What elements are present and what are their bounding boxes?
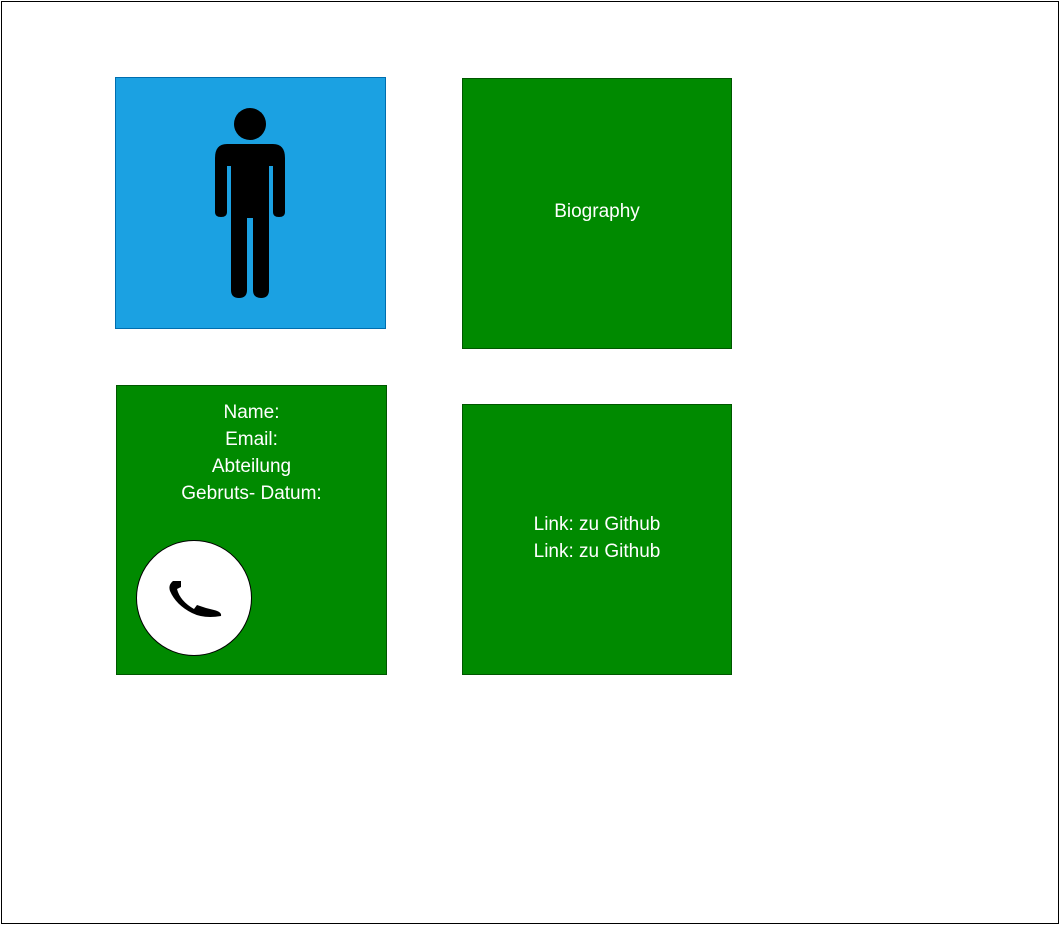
biography-panel: Biography [462, 78, 732, 349]
department-label: Abteilung [211, 456, 292, 477]
github-link[interactable]: Link: zu Github [534, 511, 661, 538]
person-icon [215, 108, 285, 298]
github-link[interactable]: Link: zu Github [534, 538, 661, 565]
links-panel: Link: zu Github Link: zu Github [462, 404, 732, 675]
email-label: Email: [225, 429, 278, 450]
birthdate-label: Gebruts- Datum: [181, 483, 322, 504]
phone-icon [169, 581, 222, 617]
name-label: Name: [223, 402, 280, 423]
biography-label: Biography [554, 201, 640, 222]
call-button[interactable] [136, 540, 252, 656]
